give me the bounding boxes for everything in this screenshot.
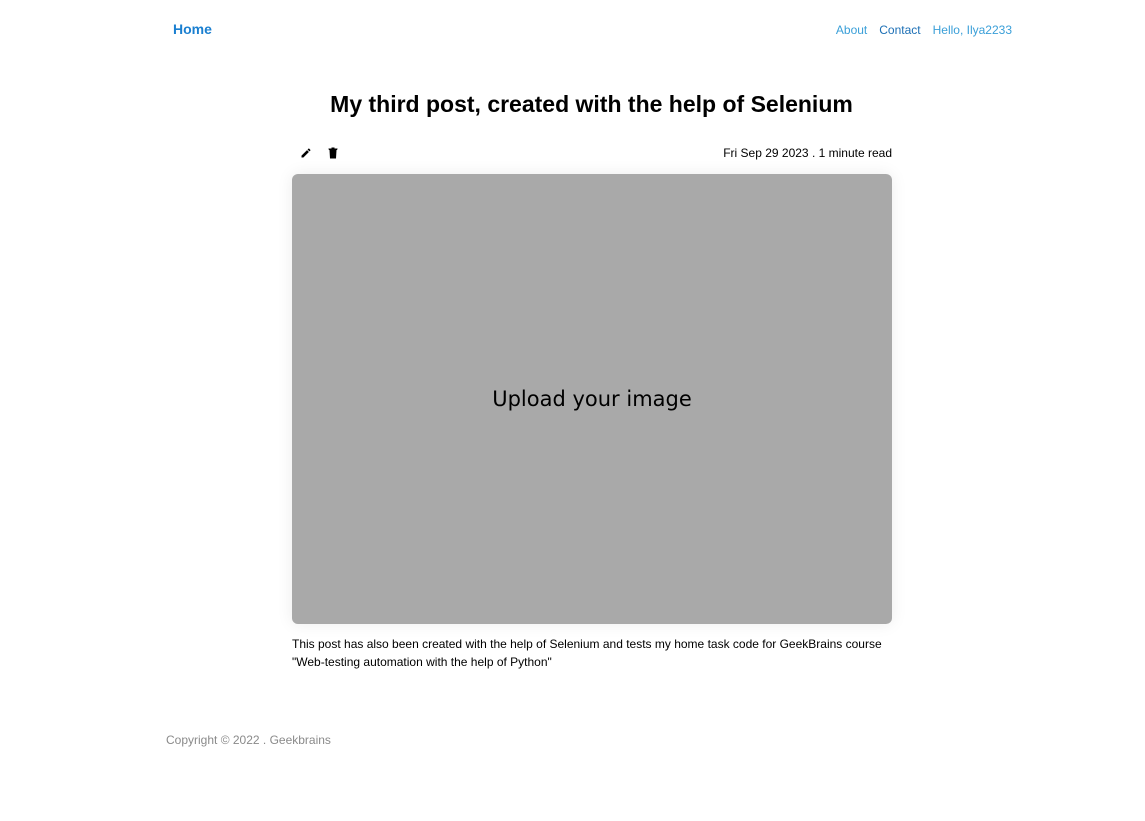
footer-copyright: Copyright © 2022 . Geekbrains [166, 733, 331, 747]
top-nav: About Contact Hello, Ilya2233 [836, 22, 1012, 38]
nav-about-link[interactable]: About [836, 22, 867, 38]
post-body-text: This post has also been created with the… [292, 637, 882, 669]
image-placeholder-label: Upload your image [492, 387, 692, 411]
user-greeting-link[interactable]: Hello, Ilya2233 [933, 22, 1012, 38]
pencil-icon[interactable] [297, 144, 315, 162]
nav-contact-link[interactable]: Contact [879, 22, 920, 38]
post-title: My third post, created with the help of … [330, 91, 853, 117]
nav-home-link[interactable]: Home [173, 20, 212, 38]
trash-icon[interactable] [324, 144, 342, 162]
post-toolbar: Fri Sep 29 2023 . 1 minute read [292, 144, 892, 162]
post-date-read: Fri Sep 29 2023 . 1 minute read [723, 146, 892, 160]
post-image-placeholder[interactable]: Upload your image [292, 174, 892, 624]
